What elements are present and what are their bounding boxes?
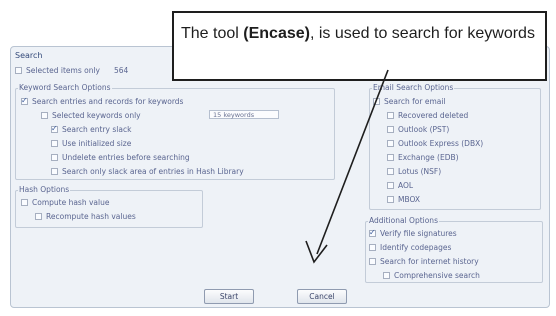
arrow-line [316,69,389,255]
callout-arrow [305,69,389,264]
arrow-head [305,240,328,264]
